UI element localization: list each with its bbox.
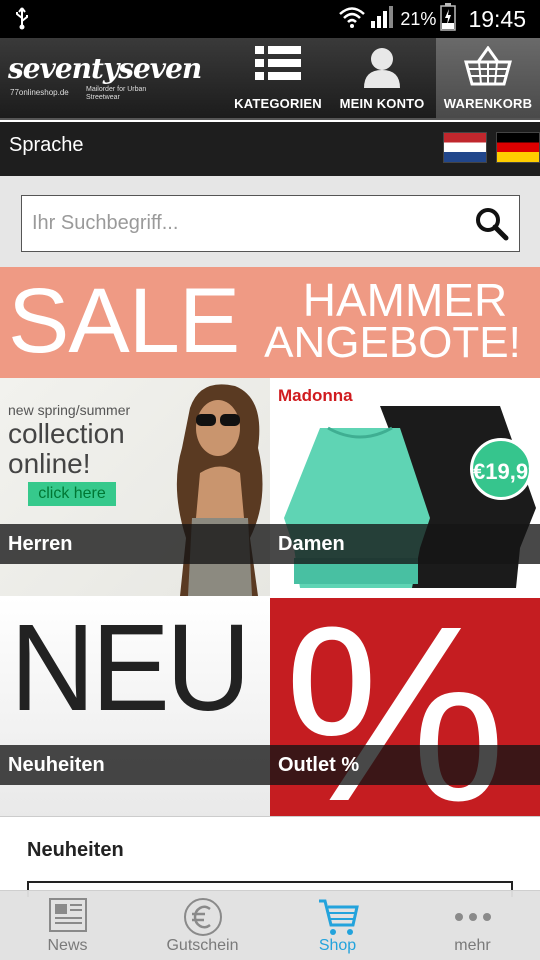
herren-promo-line3: online! [8, 448, 91, 479]
logo-wordmark: seventyseven [8, 52, 202, 85]
tab-gutschein[interactable]: Gutschein [135, 891, 270, 960]
neuheiten-label: Neuheiten [0, 745, 270, 785]
status-bar: 21% 19:45 [0, 0, 540, 38]
usb-icon [14, 6, 30, 35]
sale-text: SALE [8, 270, 240, 372]
price-badge: €19,99 [470, 438, 540, 500]
netherlands-flag-icon[interactable] [443, 132, 487, 163]
more-dots-icon [452, 897, 494, 938]
language-bar: Sprache [0, 122, 540, 176]
damen-label: Damen [270, 524, 540, 564]
tab-shop[interactable]: Shop [270, 891, 405, 960]
cart-icon [317, 897, 359, 942]
kategorien-button[interactable]: KATEGORIEN [226, 38, 330, 118]
click-here-button: click here [28, 482, 116, 506]
list-icon [255, 46, 301, 85]
herren-label: Herren [0, 524, 270, 564]
app-header: seventyseven 77onlineshop.de Mailorder f… [0, 38, 540, 120]
warenkorb-label: WARENKORB [443, 96, 533, 111]
basket-icon [464, 45, 512, 91]
outlet-tile[interactable]: % Outlet % [270, 598, 540, 816]
euro-coin-icon [183, 897, 223, 942]
search-input[interactable] [32, 196, 462, 251]
language-label: Sprache [9, 134, 84, 156]
herren-promo-line2: collection [8, 418, 125, 449]
tab-mehr-label: mehr [454, 937, 491, 954]
app-screen: 21% 19:45 seventyseven 77onlineshop.de M… [0, 0, 540, 960]
search-box [21, 195, 520, 252]
logo-site: 77onlineshop.de [10, 88, 69, 97]
herren-promo-line1: new spring/summer [8, 402, 131, 418]
germany-flag-icon[interactable] [496, 132, 540, 163]
signal-icon [370, 5, 396, 34]
battery-percent: 21% [400, 8, 437, 29]
neu-graphic-text: NEU [10, 598, 251, 738]
bottom-tab-bar: News Gutschein Shop mehr [0, 890, 540, 960]
sale-line1: HAMMER [302, 274, 508, 326]
damen-tile[interactable]: Madonna €19,99 Damen [270, 378, 540, 596]
section-title: Neuheiten [27, 839, 124, 861]
tab-shop-label: Shop [318, 937, 357, 954]
tab-gutschein-label: Gutschein [166, 937, 239, 954]
sale-banner[interactable]: SALE HAMMER ANGEBOTE! [0, 267, 540, 378]
tab-news[interactable]: News [0, 891, 135, 960]
price-text: €19,99 [473, 459, 540, 484]
logo-tagline: Mailorder for Urban Streetwear [86, 86, 147, 101]
herren-tile[interactable]: new spring/summer collection online! cli… [0, 378, 270, 596]
warenkorb-button[interactable]: WARENKORB [436, 38, 540, 118]
battery-icon [440, 2, 457, 36]
newspaper-icon [48, 897, 88, 938]
tab-mehr[interactable]: mehr [405, 891, 540, 960]
search-icon[interactable] [475, 207, 509, 246]
tab-news-label: News [47, 937, 88, 954]
sale-line2: ANGEBOTE! [264, 318, 521, 367]
search-area [0, 176, 540, 267]
wifi-icon [338, 5, 366, 34]
user-icon [361, 46, 403, 93]
clock: 19:45 [468, 5, 526, 32]
mein-konto-button[interactable]: MEIN KONTO [332, 38, 432, 118]
logo[interactable]: seventyseven 77onlineshop.de Mailorder f… [8, 52, 202, 106]
outlet-label: Outlet % [270, 745, 540, 785]
neuheiten-tile[interactable]: NEU Neuheiten [0, 598, 270, 816]
mein-konto-label: MEIN KONTO [339, 96, 425, 111]
neuheiten-section: Neuheiten [0, 816, 540, 897]
kategorien-label: KATEGORIEN [234, 96, 322, 111]
